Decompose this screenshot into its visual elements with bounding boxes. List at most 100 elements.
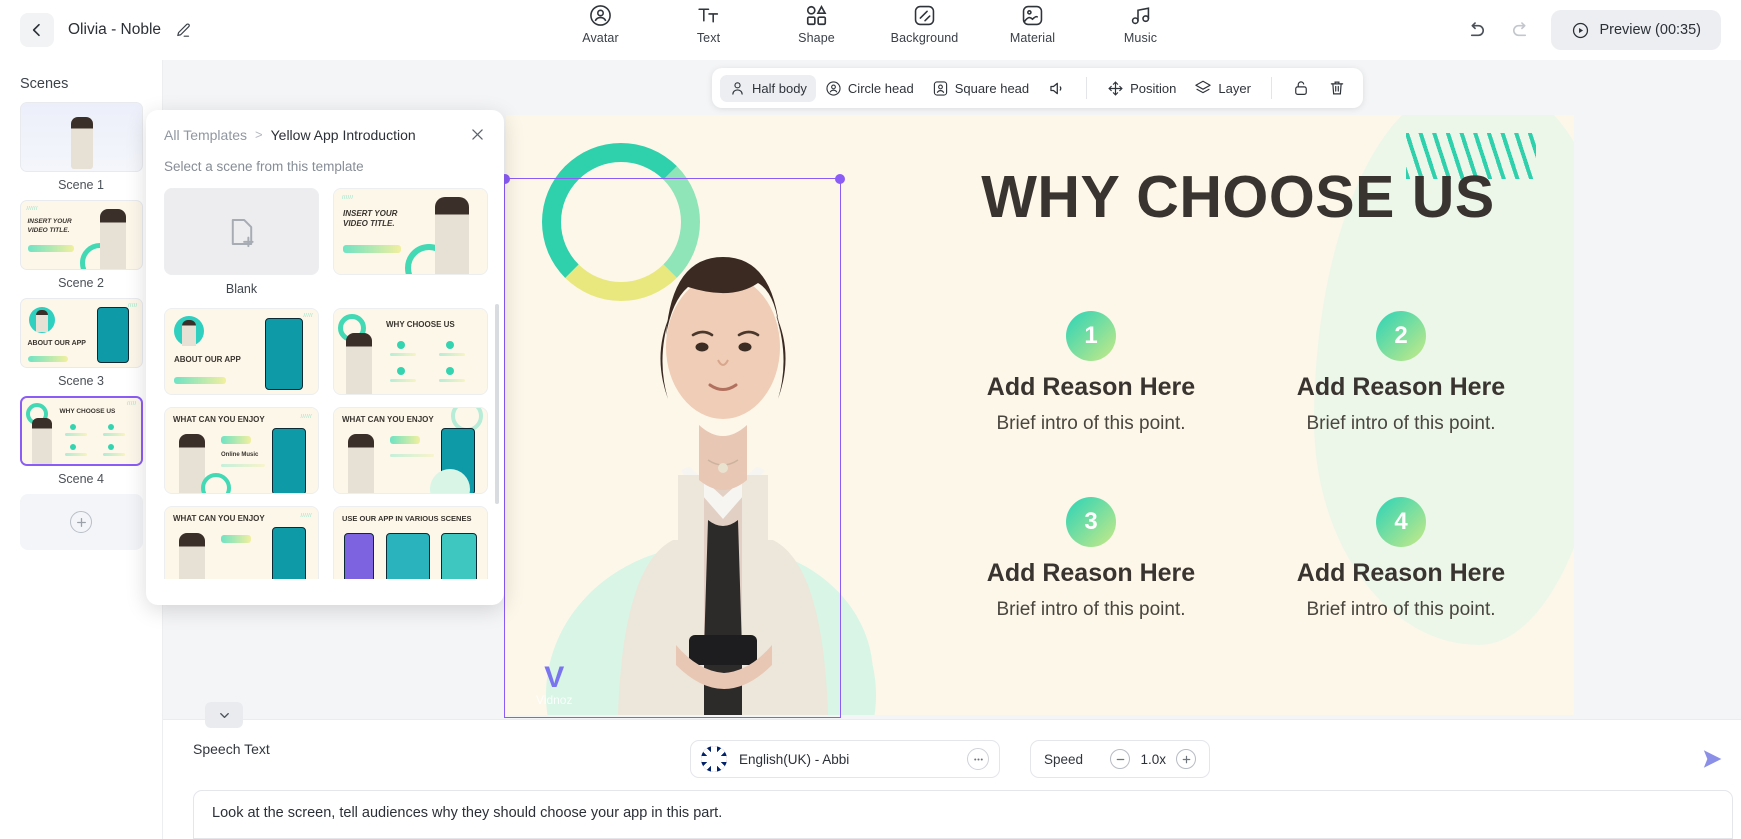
reason-title: Add Reason Here <box>1246 373 1556 402</box>
template-card-about[interactable]: ABOUT OUR APP ///// <box>164 308 319 395</box>
template-card-why[interactable]: WHY CHOOSE US <box>333 308 488 395</box>
tool-text[interactable]: Text <box>673 2 745 45</box>
reason-item-1[interactable]: 1 Add Reason Here Brief intro of this po… <box>936 311 1246 435</box>
scene-thumbnail: WHY CHOOSE US ///// <box>20 396 143 466</box>
back-button[interactable] <box>20 13 54 47</box>
close-template-panel-button[interactable] <box>469 126 486 143</box>
reason-subtitle: Brief intro of this point. <box>1246 599 1556 621</box>
layer-icon <box>1194 79 1212 97</box>
scene-item-2[interactable]: ////// INSERT YOUR VIDEO TITLE. Scene 2 <box>20 200 143 290</box>
add-scene-button[interactable] <box>20 494 143 550</box>
tool-shape[interactable]: Shape <box>781 2 853 45</box>
reason-title: Add Reason Here <box>936 373 1246 402</box>
voice-more-options-button[interactable] <box>967 748 989 770</box>
reason-item-2[interactable]: 2 Add Reason Here Brief intro of this po… <box>1246 311 1556 435</box>
template-card-title[interactable]: ////// INSERT YOUR VIDEO TITLE. <box>333 188 488 296</box>
layer-button[interactable]: Layer <box>1185 74 1260 102</box>
speed-decrease-button[interactable] <box>1110 749 1130 769</box>
undo-button[interactable] <box>1463 17 1489 43</box>
tool-avatar[interactable]: Avatar <box>565 2 637 45</box>
breadcrumb-separator: > <box>255 127 263 142</box>
scene3-art: ABOUT OUR APP ///// <box>21 299 142 367</box>
main-tool-group: Avatar Text Shape <box>565 2 1177 45</box>
video-canvas[interactable]: WHY CHOOSE US 1 Add Reason Here Brief in… <box>506 115 1574 715</box>
breadcrumb-current: Yellow App Introduction <box>271 127 416 143</box>
preview-button[interactable]: Preview (00:35) <box>1551 10 1721 50</box>
half-body-label: Half body <box>752 81 807 96</box>
half-body-option[interactable]: Half body <box>720 75 816 102</box>
reason-item-3[interactable]: 3 Add Reason Here Brief intro of this po… <box>936 497 1246 621</box>
template-thumbnail: WHAT CAN YOU ENJOY ////// Online Music <box>164 407 319 494</box>
reason-subtitle: Brief intro of this point. <box>936 413 1246 435</box>
play-speech-button[interactable] <box>1695 742 1729 776</box>
scenes-sidebar: Scenes Scene 1 ////// INSERT YOUR VIDEO … <box>0 60 163 839</box>
reason-subtitle: Brief intro of this point. <box>1246 413 1556 435</box>
position-button[interactable]: Position <box>1098 75 1185 102</box>
breadcrumb-all-templates[interactable]: All Templates <box>164 127 247 143</box>
toolbar-divider-2 <box>1271 77 1272 99</box>
reason-title: Add Reason Here <box>936 559 1246 588</box>
canvas-title[interactable]: WHY CHOOSE US <box>958 163 1518 231</box>
trash-icon <box>1328 79 1346 97</box>
avatar-person-image[interactable] <box>558 175 888 715</box>
chevron-left-icon <box>29 22 45 38</box>
tool-music[interactable]: Music <box>1105 2 1177 45</box>
watermark-label: Vidnoz <box>536 693 572 707</box>
scene-item-3[interactable]: ABOUT OUR APP ///// Scene 3 <box>20 298 143 388</box>
scene4-art: WHY CHOOSE US ///// <box>22 398 141 464</box>
template-card-blank[interactable]: Blank <box>164 188 319 296</box>
template-caption: Blank <box>164 282 319 296</box>
template-enjoy3-text: WHAT CAN YOU ENJOY <box>173 514 265 523</box>
template-card-scenes[interactable]: USE OUR APP IN VARIOUS SCENES <box>333 506 488 579</box>
watermark: V Vidnoz <box>536 661 572 707</box>
close-icon <box>469 126 486 143</box>
reason-number-badge: 2 <box>1376 311 1426 361</box>
tool-shape-label: Shape <box>798 31 835 45</box>
speed-value: 1.0x <box>1140 752 1166 767</box>
plus-icon <box>1181 754 1192 765</box>
scene1-art <box>21 103 142 171</box>
volume-button[interactable] <box>1038 74 1075 103</box>
template-panel-subtitle: Select a scene from this template <box>146 143 504 184</box>
scene3-text: ABOUT OUR APP <box>28 340 86 347</box>
template-card-enjoy-2[interactable]: WHAT CAN YOU ENJOY <box>333 407 488 494</box>
speed-control: Speed 1.0x <box>1030 740 1210 778</box>
template-card-enjoy-3[interactable]: WHAT CAN YOU ENJOY ////// <box>164 506 319 579</box>
speed-increase-button[interactable] <box>1176 749 1196 769</box>
speech-text-input[interactable]: Look at the screen, tell audiences why t… <box>193 790 1733 839</box>
tool-background[interactable]: Background <box>889 2 961 45</box>
template-why-text: WHY CHOOSE US <box>386 320 455 329</box>
square-head-option[interactable]: Square head <box>923 75 1038 102</box>
voice-selector[interactable]: English(UK) - Abbi <box>690 740 1000 778</box>
speech-text-value: Look at the screen, tell audiences why t… <box>212 805 722 821</box>
edit-title-button[interactable] <box>175 22 192 39</box>
template-title-text: INSERT YOUR VIDEO TITLE. <box>343 209 415 230</box>
tool-material[interactable]: Material <box>997 2 1069 45</box>
template-scrollbar[interactable] <box>495 304 499 504</box>
template-enjoy2-text: WHAT CAN YOU ENJOY <box>342 415 434 424</box>
scene-item-1[interactable]: Scene 1 <box>20 102 143 192</box>
template-grid: Blank ////// INSERT YOUR VIDEO TITLE. <box>146 184 504 579</box>
reason-number-badge: 4 <box>1376 497 1426 547</box>
music-icon <box>1128 2 1153 28</box>
circle-head-option[interactable]: Circle head <box>816 75 923 102</box>
speed-label: Speed <box>1044 752 1083 767</box>
reason-item-4[interactable]: 4 Add Reason Here Brief intro of this po… <box>1246 497 1556 621</box>
toolbar-divider <box>1086 77 1087 99</box>
template-thumbnail: ABOUT OUR APP ///// <box>164 308 319 395</box>
layer-label: Layer <box>1218 81 1251 96</box>
position-icon <box>1107 80 1124 97</box>
collapse-panel-button[interactable] <box>205 702 243 728</box>
template-thumbnail: WHY CHOOSE US <box>333 308 488 395</box>
lock-button[interactable] <box>1283 74 1319 102</box>
scene-item-4[interactable]: WHY CHOOSE US ///// Scene 4 <box>20 396 143 486</box>
square-head-icon <box>932 80 949 97</box>
voice-name-label: English(UK) - Abbi <box>739 752 849 767</box>
redo-button[interactable] <box>1507 17 1533 43</box>
template-card-enjoy-1[interactable]: WHAT CAN YOU ENJOY ////// Online Music <box>164 407 319 494</box>
scene2-art: ////// INSERT YOUR VIDEO TITLE. <box>21 201 142 269</box>
tool-music-label: Music <box>1124 31 1157 45</box>
scene-thumbnail <box>20 102 143 172</box>
pencil-icon <box>175 22 192 39</box>
delete-button[interactable] <box>1319 74 1355 102</box>
